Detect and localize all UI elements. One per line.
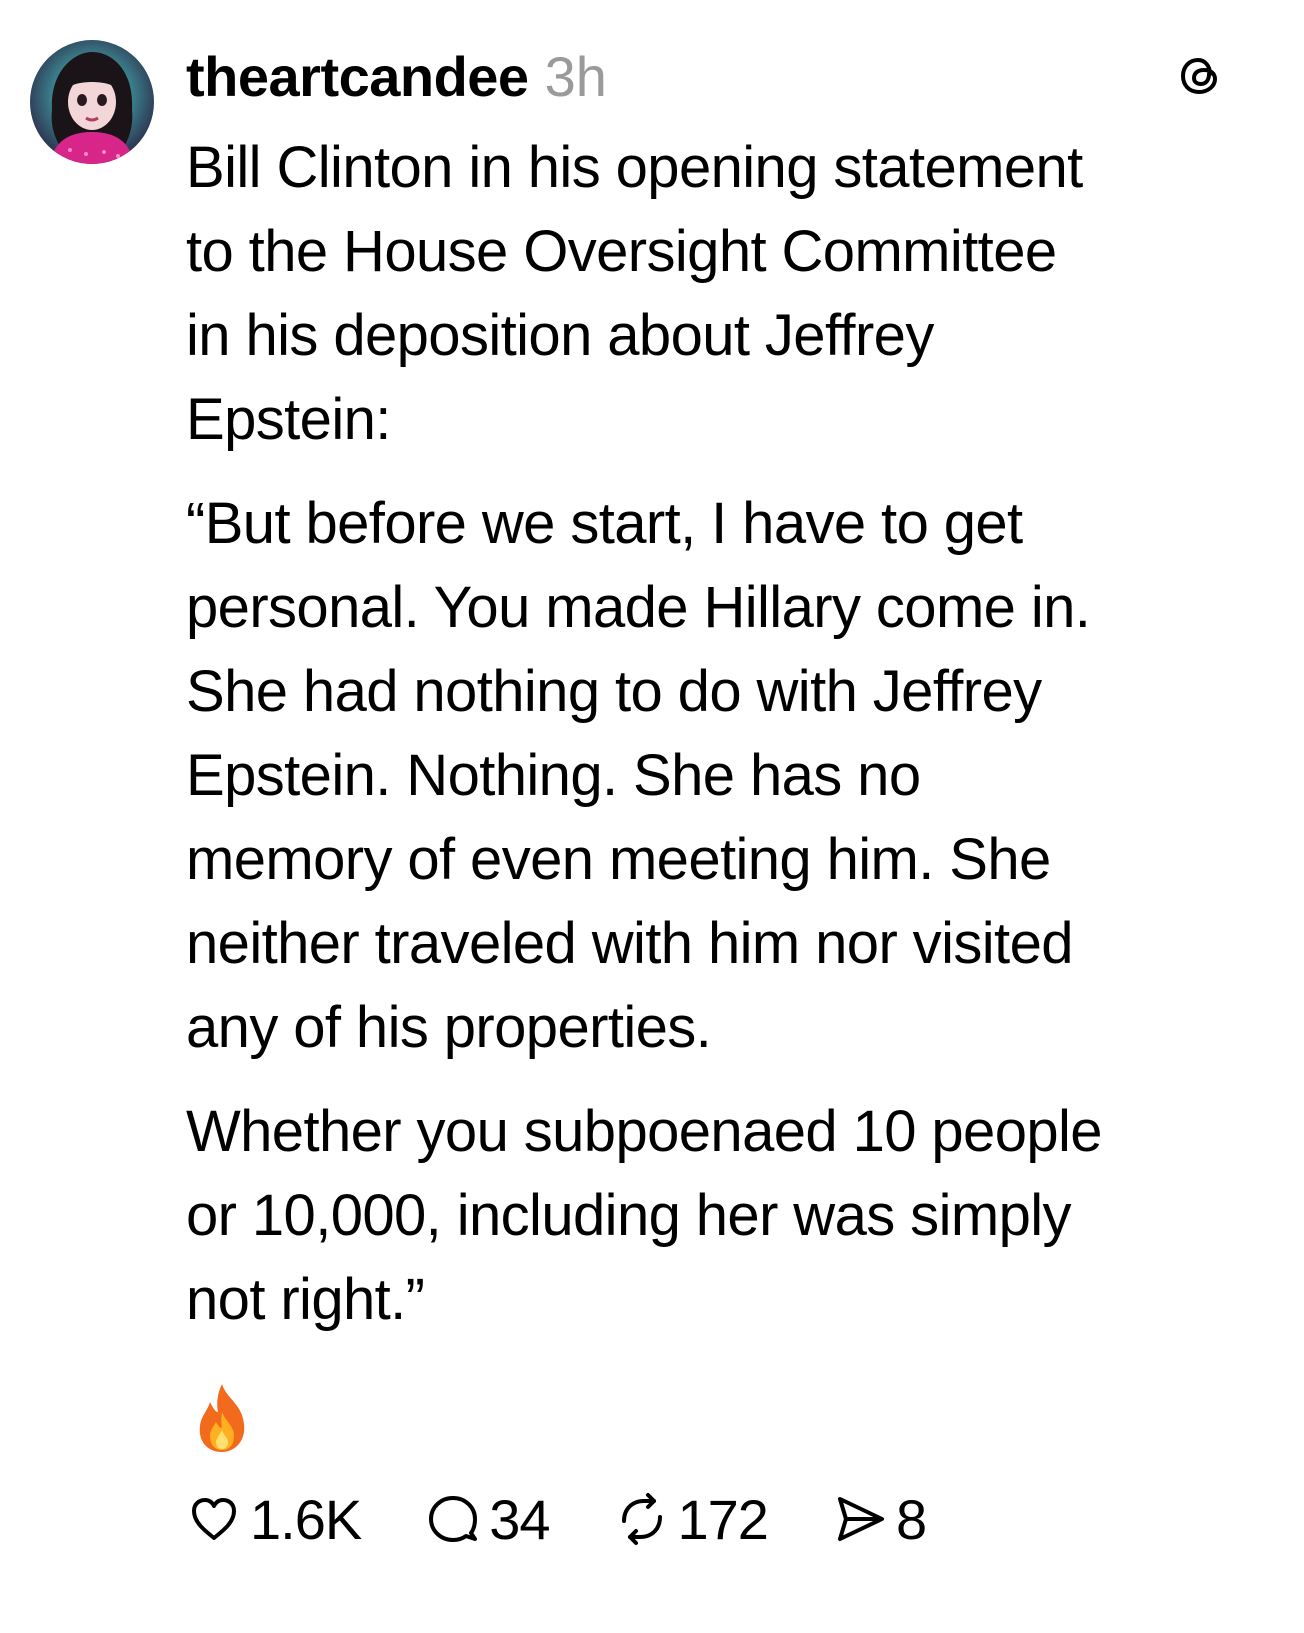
post-paragraph: Bill Clinton in his opening statement to…: [186, 126, 1286, 462]
post-body: Bill Clinton in his opening statement to…: [186, 126, 1286, 1362]
like-count: 1.6K: [250, 1487, 362, 1551]
post-text-line: memory of even meeting him. She: [186, 827, 1051, 892]
repost-icon: [621, 1493, 662, 1545]
post-text-line: Whether you subpoenaed 10 people: [186, 1099, 1103, 1164]
post-text-line: “But before we start, I have to get: [186, 491, 1023, 556]
post-text-line: in his deposition about Jeffrey: [186, 303, 934, 368]
fire-emoji: [199, 1384, 245, 1452]
post-text-line: neither traveled with him nor visited: [186, 911, 1073, 976]
post-text-line: She had nothing to do with Jeffrey: [186, 659, 1042, 724]
post-paragraph: Whether you subpoenaed 10 people or 10,0…: [186, 1090, 1286, 1342]
avatar[interactable]: [30, 40, 154, 164]
post-text-line: any of his properties.: [186, 995, 712, 1060]
post-actions: 1.6K 34 172 8: [186, 1484, 990, 1554]
repost-button[interactable]: 172: [614, 1487, 769, 1552]
reply-count: 34: [489, 1487, 550, 1551]
post-paragraph: “But before we start, I have to get pers…: [186, 482, 1286, 1070]
post-text-line: or 10,000, including her was simply: [186, 1183, 1072, 1248]
share-count: 8: [895, 1487, 927, 1551]
share-button[interactable]: 8: [832, 1487, 927, 1552]
reply-button[interactable]: 34: [425, 1487, 551, 1552]
threads-post: theartcandee 3h Bill Clinton in his open…: [0, 0, 1304, 1633]
post-text-line: Bill Clinton in his opening statement: [186, 135, 1083, 200]
repost-count: 172: [677, 1487, 769, 1551]
author-username[interactable]: theartcandee: [186, 44, 529, 109]
post-text-line: Epstein. Nothing. She has no: [186, 743, 921, 808]
post-timestamp: 3h: [544, 44, 607, 108]
avatar-portrait-icon: [30, 40, 154, 164]
post-text-line: personal. You made Hillary come in.: [186, 575, 1091, 640]
post-header: theartcandee 3h: [186, 40, 607, 112]
post-text-line: Epstein:: [186, 387, 391, 452]
post-text-line: not right.”: [186, 1267, 425, 1332]
send-icon: [837, 1497, 884, 1541]
comment-bubble-icon: [429, 1496, 478, 1542]
like-button[interactable]: 1.6K: [186, 1487, 362, 1552]
heart-icon: [192, 1498, 236, 1540]
post-text-line: to the House Oversight Committee: [186, 219, 1057, 284]
threads-logo-icon[interactable]: [1176, 52, 1224, 100]
